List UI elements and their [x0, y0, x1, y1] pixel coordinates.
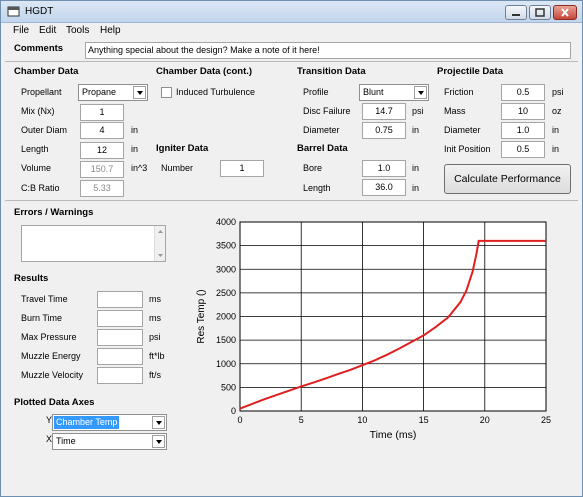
x-tick-label: 25 [541, 415, 551, 425]
x-axis-title: Time (ms) [370, 429, 417, 441]
x-tick-label: 10 [357, 415, 367, 425]
x-tick-label: 5 [299, 415, 304, 425]
y-tick-label: 4000 [216, 217, 236, 227]
main-window: HGDT File Edit Tools Help Comments Anyth… [0, 0, 583, 497]
y-tick-label: 3500 [216, 241, 236, 251]
y-tick-label: 2000 [216, 312, 236, 322]
chart: 0 5 10 15 20 25 0 500 1000 1500 2000 2500 3000 3500 40… [196, 217, 551, 441]
y-tick-label: 2500 [216, 288, 236, 298]
y-axis-title: Res Temp () [196, 289, 207, 343]
x-tick-label: 0 [237, 415, 242, 425]
y-tick-label: 1000 [216, 359, 236, 369]
y-tick-label: 500 [221, 382, 236, 392]
y-tick-label: 3000 [216, 264, 236, 274]
y-tick-label: 1500 [216, 335, 236, 345]
y-tick-label: 0 [231, 406, 236, 416]
x-tick-label: 20 [480, 415, 490, 425]
x-tick-label: 15 [419, 415, 429, 425]
